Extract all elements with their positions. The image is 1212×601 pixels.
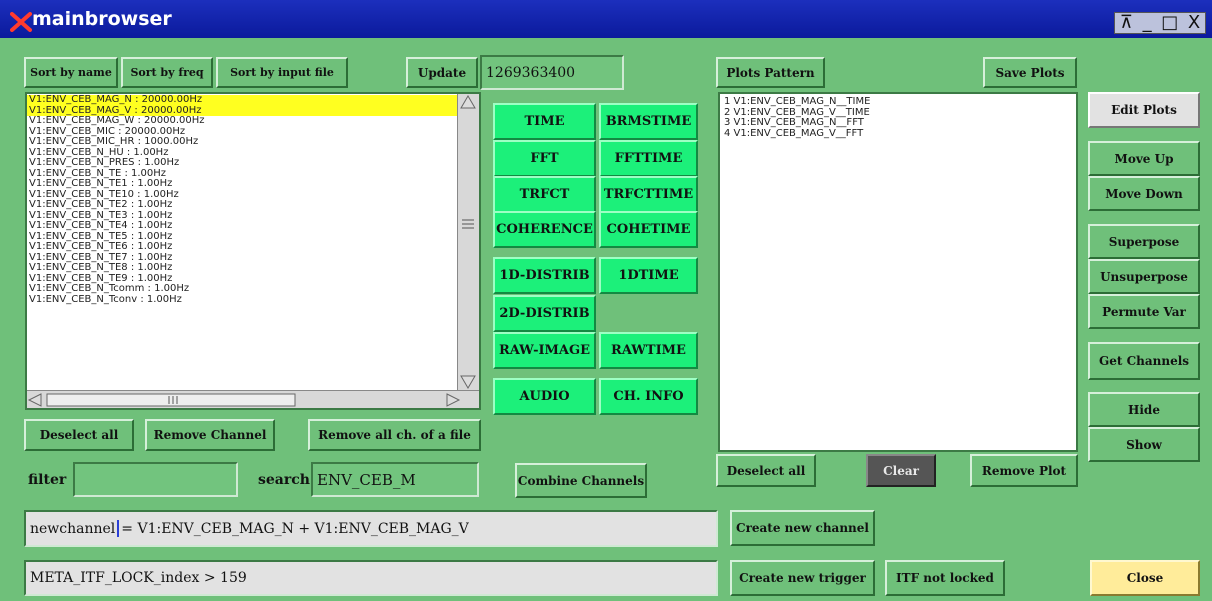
remove-plot-button[interactable]: Remove Plot (970, 454, 1078, 487)
search-input[interactable]: ENV_CEB_M (311, 462, 479, 497)
cohetime-plot-button[interactable]: COHETIME (599, 211, 698, 248)
channel-list-item[interactable]: V1:ENV_CEB_N_Tcomm : 1.00Hz (27, 283, 457, 295)
channel-list-item[interactable]: V1:ENV_CEB_N_TE4 : 1.00Hz (27, 220, 457, 232)
newchannel-expression: = V1:ENV_CEB_MAG_N + V1:ENV_CEB_MAG_V (121, 520, 469, 537)
raw-image-plot-button[interactable]: RAW-IMAGE (493, 332, 596, 369)
deselect-all-channels-button[interactable]: Deselect all (24, 419, 134, 451)
channel-list-item[interactable]: V1:ENV_CEB_N_TE1 : 1.00Hz (27, 178, 457, 190)
unsuperpose-button[interactable]: Unsuperpose (1088, 259, 1200, 294)
channel-info-button[interactable]: CH. INFO (599, 378, 698, 415)
title-bar: mainbrowser ⊼ _ □ X (0, 0, 1212, 38)
deselect-all-plots-button[interactable]: Deselect all (716, 454, 816, 487)
audio-button[interactable]: AUDIO (493, 378, 596, 415)
plots-listbox[interactable]: 1 V1:ENV_CEB_MAG_N__TIME 2 V1:ENV_CEB_MAG… (718, 92, 1078, 452)
sort-by-freq-button[interactable]: Sort by freq (121, 57, 213, 88)
trfct-plot-button[interactable]: TRFCT (493, 176, 596, 213)
channel-list-item[interactable]: V1:ENV_CEB_N_TE2 : 1.00Hz (27, 199, 457, 211)
hide-button[interactable]: Hide (1088, 392, 1200, 427)
text-cursor (117, 520, 120, 537)
remove-all-channels-of-file-button[interactable]: Remove all ch. of a file (308, 419, 481, 451)
2d-distrib-plot-button[interactable]: 2D-DISTRIB (493, 295, 596, 332)
minimize-icon[interactable]: _ (1143, 14, 1152, 32)
window-title: mainbrowser (32, 8, 172, 30)
plot-list-item[interactable]: 1 V1:ENV_CEB_MAG_N__TIME (722, 96, 1076, 108)
plots-list: 1 V1:ENV_CEB_MAG_N__TIME 2 V1:ENV_CEB_MAG… (720, 94, 1076, 139)
channel-list-item[interactable]: V1:ENV_CEB_MAG_N : 20000.00Hz (27, 94, 457, 106)
channel-list-item[interactable]: V1:ENV_CEB_N_TE8 : 1.00Hz (27, 262, 457, 274)
remove-channel-button[interactable]: Remove Channel (145, 419, 275, 451)
plots-pattern-button[interactable]: Plots Pattern (716, 57, 825, 88)
channel-list-item[interactable]: V1:ENV_CEB_N_TE6 : 1.00Hz (27, 241, 457, 253)
newchannel-label: newchannel (30, 520, 116, 537)
rawtime-plot-button[interactable]: RAWTIME (599, 332, 698, 369)
plot-list-item[interactable]: 3 V1:ENV_CEB_MAG_N__FFT (722, 117, 1076, 129)
sort-by-input-file-button[interactable]: Sort by input file (216, 57, 348, 88)
channel-list-item[interactable]: V1:ENV_CEB_N_Tconv : 1.00Hz (27, 294, 457, 306)
close-button[interactable]: Close (1090, 560, 1200, 596)
trfcttime-plot-button[interactable]: TRFCTTIME (599, 176, 698, 213)
trigger-expression-field[interactable]: META_ITF_LOCK_index > 159 (24, 560, 718, 596)
itf-not-locked-button[interactable]: ITF not locked (885, 560, 1005, 596)
gps-time-field[interactable]: 1269363400 (480, 55, 624, 90)
x-logo-icon (10, 12, 32, 32)
1d-distrib-plot-button[interactable]: 1D-DISTRIB (493, 257, 596, 294)
fft-plot-button[interactable]: FFT (493, 140, 596, 177)
coherence-plot-button[interactable]: COHERENCE (493, 211, 596, 248)
horizontal-scrollbar[interactable] (27, 390, 479, 408)
edit-plots-button[interactable]: Edit Plots (1088, 92, 1200, 128)
move-down-button[interactable]: Move Down (1088, 176, 1200, 211)
window-controls: ⊼ _ □ X (1114, 12, 1206, 34)
create-new-trigger-button[interactable]: Create new trigger (730, 560, 875, 596)
channel-list-item[interactable]: V1:ENV_CEB_N_PRES : 1.00Hz (27, 157, 457, 169)
plot-list-item[interactable]: 4 V1:ENV_CEB_MAG_V__FFT (722, 128, 1076, 140)
filter-label: filter (28, 472, 67, 488)
close-window-icon[interactable]: X (1188, 14, 1200, 32)
create-new-channel-button[interactable]: Create new channel (730, 510, 875, 546)
superpose-button[interactable]: Superpose (1088, 224, 1200, 259)
filter-input[interactable] (73, 462, 238, 497)
ffttime-plot-button[interactable]: FFTTIME (599, 140, 698, 177)
newchannel-expression-field[interactable]: newchannel = V1:ENV_CEB_MAG_N + V1:ENV_CE… (24, 510, 718, 547)
move-up-button[interactable]: Move Up (1088, 141, 1200, 176)
1dtime-plot-button[interactable]: 1DTIME (599, 257, 698, 294)
keep-above-icon[interactable]: ⊼ (1120, 14, 1133, 32)
show-button[interactable]: Show (1088, 427, 1200, 462)
clear-plots-button[interactable]: Clear (866, 454, 936, 487)
get-channels-button[interactable]: Get Channels (1088, 342, 1200, 380)
channel-list: V1:ENV_CEB_MAG_N : 20000.00Hz V1:ENV_CEB_… (27, 94, 457, 306)
save-plots-button[interactable]: Save Plots (983, 57, 1077, 88)
maximize-icon[interactable]: □ (1161, 14, 1178, 32)
search-label: search (258, 472, 310, 488)
vertical-scrollbar[interactable] (457, 94, 479, 390)
time-plot-button[interactable]: TIME (493, 103, 596, 140)
combine-channels-button[interactable]: Combine Channels (515, 463, 647, 498)
brmstime-plot-button[interactable]: BRMSTIME (599, 103, 698, 140)
channel-list-item[interactable]: V1:ENV_CEB_MAG_W : 20000.00Hz (27, 115, 457, 127)
sort-by-name-button[interactable]: Sort by name (24, 57, 118, 88)
channel-list-item[interactable]: V1:ENV_CEB_MIC_HR : 1000.00Hz (27, 136, 457, 148)
channel-listbox[interactable]: V1:ENV_CEB_MAG_N : 20000.00Hz V1:ENV_CEB_… (25, 92, 481, 410)
update-button[interactable]: Update (406, 57, 478, 88)
permute-var-button[interactable]: Permute Var (1088, 294, 1200, 329)
